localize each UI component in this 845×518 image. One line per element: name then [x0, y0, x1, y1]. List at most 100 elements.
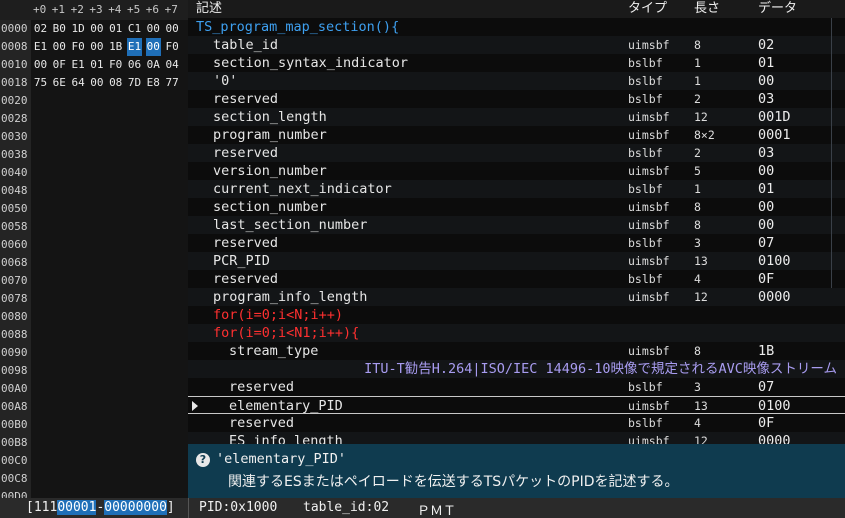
hex-byte[interactable]: E1 [127, 38, 142, 56]
field-name: reserved [213, 91, 279, 107]
hex-byte[interactable]: F0 [108, 56, 123, 74]
header-description[interactable]: 記述 [196, 0, 222, 18]
field-value: 07 [758, 379, 775, 395]
hex-address: 00A0 [1, 382, 28, 395]
field-name: PCR_PID [213, 253, 270, 269]
field-length: 4 [694, 272, 701, 286]
field-info-description: 関連するESまたはペイロードを伝送するTSパケットのPIDを記述する。 [228, 474, 679, 490]
header-data[interactable]: データ [758, 0, 797, 18]
hex-column-header: +0 +1 +2 +3 +4 +5 +6 +7 [0, 0, 188, 20]
hex-byte[interactable]: 00 [146, 20, 161, 38]
hex-byte[interactable]: 02 [33, 20, 48, 38]
hex-address: 00C8 [1, 472, 28, 485]
hex-byte[interactable]: 01 [89, 56, 104, 74]
header-type[interactable]: タイプ [628, 0, 667, 18]
table-row[interactable]: TS_program_map_section(){ [188, 18, 845, 36]
table-row[interactable]: reserved bslbf 3 07 [188, 234, 845, 252]
status-divider [188, 498, 189, 518]
hex-column-label: +4 [108, 3, 122, 16]
table-row[interactable]: section_length uimsbf 12 001D [188, 108, 845, 126]
field-value: 02 [758, 37, 775, 53]
table-row[interactable]: '0' bslbf 1 00 [188, 72, 845, 90]
table-row[interactable]: program_number uimsbf 8×2 0001 [188, 126, 845, 144]
field-name: reserved [229, 379, 295, 395]
field-name: for(i=0;i<N1;i++){ [213, 325, 360, 341]
hex-byte[interactable]: 00 [89, 38, 104, 56]
table-row[interactable]: stream_type uimsbf 8 1B [188, 342, 845, 360]
hex-byte[interactable]: 00 [33, 56, 48, 74]
hex-byte[interactable]: 00 [52, 38, 67, 56]
description-row[interactable]: ITU-T勧告H.264|ISO/IEC 14496-10映像で規定されるAVC… [188, 360, 845, 378]
header-length[interactable]: 長さ [694, 0, 720, 18]
table-row[interactable]: for(i=0;i<N;i++) [188, 306, 845, 324]
hex-byte[interactable]: 1B [108, 38, 123, 56]
hex-byte[interactable]: 08 [108, 74, 123, 92]
field-value: 03 [758, 145, 775, 161]
hex-byte[interactable]: 0A [146, 56, 161, 74]
table-row[interactable]: version_number uimsbf 5 00 [188, 162, 845, 180]
hex-byte[interactable]: C1 [127, 20, 142, 38]
table-row[interactable]: PCR_PID uimsbf 13 0100 [188, 252, 845, 270]
hex-byte[interactable]: E1 [71, 56, 86, 74]
table-row[interactable]: current_next_indicator bslbf 1 01 [188, 180, 845, 198]
field-name: section_length [213, 109, 327, 125]
hex-address: 0078 [1, 292, 28, 305]
hex-address: 0010 [1, 58, 28, 71]
hex-byte[interactable]: F0 [71, 38, 86, 56]
table-row[interactable]: program_info_length uimsbf 12 0000 [188, 288, 845, 306]
table-row[interactable]: reserved bslbf 4 0F [188, 414, 845, 432]
hex-byte[interactable]: 77 [165, 74, 180, 92]
hex-byte[interactable]: 06 [127, 56, 142, 74]
hex-byte[interactable]: E1 [33, 38, 48, 56]
field-length: 8 [694, 344, 701, 358]
table-row[interactable]: reserved bslbf 4 0F [188, 270, 845, 288]
hex-byte[interactable]: 64 [71, 74, 86, 92]
table-row[interactable]: reserved bslbf 3 07 [188, 378, 845, 396]
table-row[interactable]: section_number uimsbf 8 00 [188, 198, 845, 216]
hex-byte[interactable]: 00 [89, 20, 104, 38]
bits-open: [111 [26, 500, 58, 515]
field-type: uimsbf [628, 434, 670, 444]
field-length: 13 [694, 254, 708, 268]
hex-view[interactable]: +0 +1 +2 +3 +4 +5 +6 +7 0000 0008 0010 0018 0020 002… [0, 0, 188, 500]
field-type: bslbf [628, 272, 663, 286]
field-type: bslbf [628, 56, 663, 70]
field-name: TS_program_map_section(){ [196, 19, 400, 35]
field-name: for(i=0;i<N;i++) [213, 307, 344, 323]
hex-byte[interactable]: 00 [145, 38, 161, 56]
hex-byte[interactable]: 7D [127, 74, 142, 92]
hex-byte[interactable]: 1D [71, 20, 86, 38]
table-row[interactable]: section_syntax_indicator bslbf 1 01 [188, 54, 845, 72]
table-row[interactable]: table_id uimsbf 8 02 [188, 36, 845, 54]
hex-byte[interactable]: B0 [52, 20, 67, 38]
field-value-description: ITU-T勧告H.264|ISO/IEC 14496-10映像で規定されるAVC… [364, 361, 837, 377]
hex-byte[interactable]: E8 [146, 74, 161, 92]
hex-byte[interactable]: 01 [108, 20, 123, 38]
field-name: reserved [213, 235, 279, 251]
hex-address: 0020 [1, 94, 28, 107]
field-value: 0F [758, 415, 775, 431]
field-value: 001D [758, 109, 791, 125]
hex-byte[interactable]: 0F [52, 56, 67, 74]
hex-byte[interactable]: 75 [33, 74, 48, 92]
field-type: bslbf [628, 74, 663, 88]
table-row[interactable]: reserved bslbf 2 03 [188, 144, 845, 162]
table-row[interactable]: elementary_PID uimsbf 13 0100 [188, 396, 845, 414]
hex-byte[interactable]: 00 [165, 20, 180, 38]
field-name: program_info_length [213, 289, 368, 305]
hex-byte[interactable]: 6E [52, 74, 67, 92]
structure-table[interactable]: 記述 タイプ 長さ データ TS_program_map_section(){t… [188, 0, 845, 444]
hex-byte[interactable]: F0 [165, 38, 180, 56]
table-row[interactable]: last_section_number uimsbf 8 00 [188, 216, 845, 234]
hex-byte[interactable]: 00 [89, 74, 104, 92]
table-row[interactable]: reserved bslbf 2 03 [188, 90, 845, 108]
field-name: reserved [213, 271, 279, 287]
hex-byte[interactable]: 04 [165, 56, 180, 74]
field-length: 2 [694, 146, 701, 160]
field-name: reserved [213, 145, 279, 161]
field-length: 3 [694, 380, 701, 394]
table-row[interactable]: for(i=0;i<N1;i++){ [188, 324, 845, 342]
field-length: 12 [694, 110, 708, 124]
table-row[interactable]: ES_info_length uimsbf 12 0000 [188, 432, 845, 444]
field-type: bslbf [628, 146, 663, 160]
